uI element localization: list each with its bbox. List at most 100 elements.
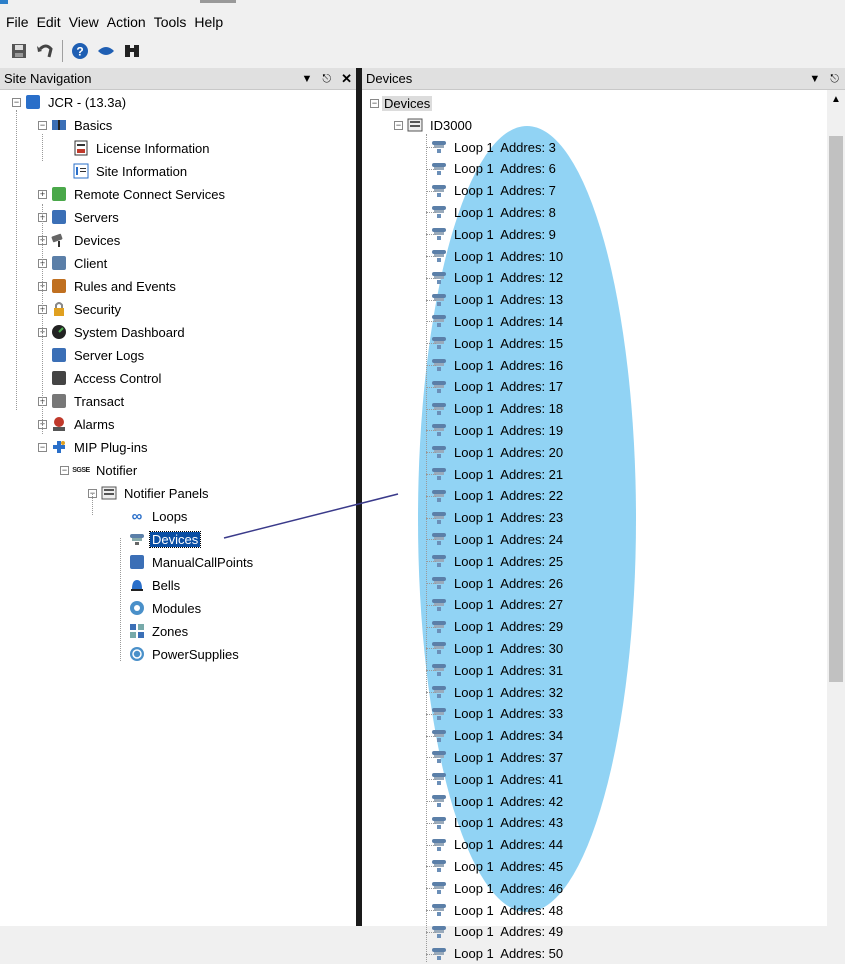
tree-item[interactable]: + Transact — [38, 391, 126, 411]
collapse-icon[interactable]: − — [370, 98, 379, 108]
expand-icon[interactable]: + — [38, 189, 47, 199]
tree-item[interactable]: License Information — [60, 138, 211, 158]
menu-tools[interactable]: Tools — [154, 14, 187, 30]
device-row[interactable]: Loop 1 Addres: 43 — [426, 813, 565, 833]
device-row[interactable]: Loop 1 Addres: 33 — [426, 704, 565, 724]
device-row[interactable]: Loop 1 Addres: 10 — [426, 246, 565, 266]
tree-guide-line — [426, 386, 436, 388]
tree-item[interactable]: + Rules and Events — [38, 276, 178, 296]
tree-item[interactable]: ManualCallPoints — [116, 552, 255, 572]
device-row[interactable]: Loop 1 Addres: 26 — [426, 573, 565, 593]
tree-guide-line — [42, 204, 43, 434]
menu-bar: File Edit View Action Tools Help — [0, 10, 845, 34]
devices-pane: Devices ▼ ⎋ − Devices − ID3000 Loop 1 Addres… — [362, 68, 845, 963]
collapse-icon[interactable]: − — [38, 120, 47, 130]
collapse-icon[interactable]: − — [60, 465, 69, 475]
tree-item[interactable]: Zones — [116, 621, 190, 641]
device-row[interactable]: Loop 1 Addres: 46 — [426, 878, 565, 898]
device-row[interactable]: Loop 1 Addres: 49 — [426, 922, 565, 942]
tree-item[interactable]: Server Logs — [38, 345, 146, 365]
device-row[interactable]: Loop 1 Addres: 24 — [426, 529, 565, 549]
device-row[interactable]: Loop 1 Addres: 23 — [426, 508, 565, 528]
scroll-thumb[interactable] — [829, 136, 843, 682]
device-row[interactable]: Loop 1 Addres: 50 — [426, 944, 565, 964]
tree-item[interactable]: Modules — [116, 598, 203, 618]
menu-file[interactable]: File — [6, 14, 29, 30]
vertical-scrollbar[interactable]: ▲ — [827, 90, 845, 926]
tree-item[interactable]: Bells — [116, 575, 182, 595]
tree-guide-line — [120, 538, 121, 661]
device-row[interactable]: Loop 1 Addres: 45 — [426, 856, 565, 876]
menu-help[interactable]: Help — [194, 14, 223, 30]
device-row[interactable]: Loop 1 Addres: 8 — [426, 202, 558, 222]
tree-item[interactable]: − MIP Plug-ins — [38, 437, 149, 457]
device-row[interactable]: Loop 1 Addres: 18 — [426, 399, 565, 419]
menu-view[interactable]: View — [69, 14, 99, 30]
tree-item[interactable]: + Remote Connect Services — [38, 184, 227, 204]
device-label: Loop 1 Addres: 25 — [454, 553, 564, 569]
tree-item[interactable]: + Security — [38, 299, 123, 319]
tree-item[interactable]: Devices — [116, 529, 202, 549]
device-row[interactable]: Loop 1 Addres: 15 — [426, 333, 565, 353]
device-row[interactable]: Loop 1 Addres: 16 — [426, 355, 565, 375]
device-row[interactable]: Loop 1 Addres: 25 — [426, 551, 565, 571]
tree-item[interactable]: ∞ Loops — [116, 506, 189, 526]
devices-root-item[interactable]: − Devices — [370, 93, 433, 113]
find-button[interactable] — [121, 40, 143, 62]
device-row[interactable]: Loop 1 Addres: 42 — [426, 791, 565, 811]
close-icon[interactable]: ✕ — [341, 71, 352, 87]
tree-item[interactable]: − Notifier Panels — [88, 483, 211, 503]
device-row[interactable]: Loop 1 Addres: 17 — [426, 377, 565, 397]
menu-edit[interactable]: Edit — [37, 14, 61, 30]
pin-icon[interactable]: ⎋ — [322, 73, 331, 86]
device-row[interactable]: Loop 1 Addres: 41 — [426, 769, 565, 789]
device-row[interactable]: Loop 1 Addres: 30 — [426, 638, 565, 658]
scroll-up-arrow-icon[interactable]: ▲ — [827, 90, 845, 108]
device-label: Loop 1 Addres: 9 — [454, 226, 556, 242]
tree-item[interactable]: + Client — [38, 253, 109, 273]
help-button[interactable]: ? — [69, 40, 91, 62]
servers-icon — [50, 209, 68, 225]
tree-item[interactable]: + Alarms — [38, 414, 116, 434]
tree-item[interactable]: PowerSupplies — [116, 644, 241, 664]
pane-menu-icon[interactable]: ▼ — [809, 73, 820, 85]
tree-guide-line — [426, 779, 436, 781]
device-row[interactable]: Loop 1 Addres: 32 — [426, 682, 565, 702]
tree-item[interactable]: − Basics — [38, 115, 114, 135]
device-row[interactable]: Loop 1 Addres: 34 — [426, 726, 565, 746]
tree-item[interactable]: + System Dashboard — [38, 322, 187, 342]
tree-item[interactable]: − JCR - (13.3a) — [12, 92, 128, 112]
panel-item[interactable]: − ID3000 — [394, 115, 474, 135]
device-row[interactable]: Loop 1 Addres: 13 — [426, 290, 565, 310]
tree-item[interactable]: Site Information — [60, 161, 189, 181]
device-row[interactable]: Loop 1 Addres: 48 — [426, 900, 565, 920]
device-row[interactable]: Loop 1 Addres: 9 — [426, 224, 558, 244]
device-row[interactable]: Loop 1 Addres: 27 — [426, 595, 565, 615]
tree-item[interactable]: + Servers — [38, 207, 121, 227]
device-row[interactable]: Loop 1 Addres: 20 — [426, 442, 565, 462]
device-row[interactable]: Loop 1 Addres: 12 — [426, 268, 565, 288]
device-row[interactable]: Loop 1 Addres: 44 — [426, 835, 565, 855]
undo-button[interactable] — [34, 40, 56, 62]
collapse-icon[interactable]: − — [394, 120, 403, 130]
save-button[interactable] — [8, 40, 30, 62]
collapse-button[interactable] — [95, 40, 117, 62]
device-row[interactable]: Loop 1 Addres: 6 — [426, 159, 558, 179]
device-row[interactable]: Loop 1 Addres: 21 — [426, 464, 565, 484]
device-row[interactable]: Loop 1 Addres: 14 — [426, 311, 565, 331]
device-row[interactable]: Loop 1 Addres: 22 — [426, 486, 565, 506]
tree-item[interactable]: − SGSE Notifier — [60, 460, 139, 480]
device-row[interactable]: Loop 1 Addres: 7 — [426, 181, 558, 201]
device-row[interactable]: Loop 1 Addres: 37 — [426, 747, 565, 767]
device-row[interactable]: Loop 1 Addres: 31 — [426, 660, 565, 680]
pin-icon[interactable]: ⎋ — [830, 73, 839, 86]
tree-item[interactable]: Access Control — [38, 368, 163, 388]
menu-action[interactable]: Action — [107, 14, 146, 30]
tree-item[interactable]: + Devices — [38, 230, 122, 250]
device-row[interactable]: Loop 1 Addres: 3 — [426, 137, 558, 157]
device-row[interactable]: Loop 1 Addres: 29 — [426, 617, 565, 637]
collapse-icon[interactable]: − — [38, 442, 47, 452]
collapse-icon[interactable]: − — [12, 97, 21, 107]
device-row[interactable]: Loop 1 Addres: 19 — [426, 420, 565, 440]
pane-menu-icon[interactable]: ▼ — [302, 73, 313, 85]
